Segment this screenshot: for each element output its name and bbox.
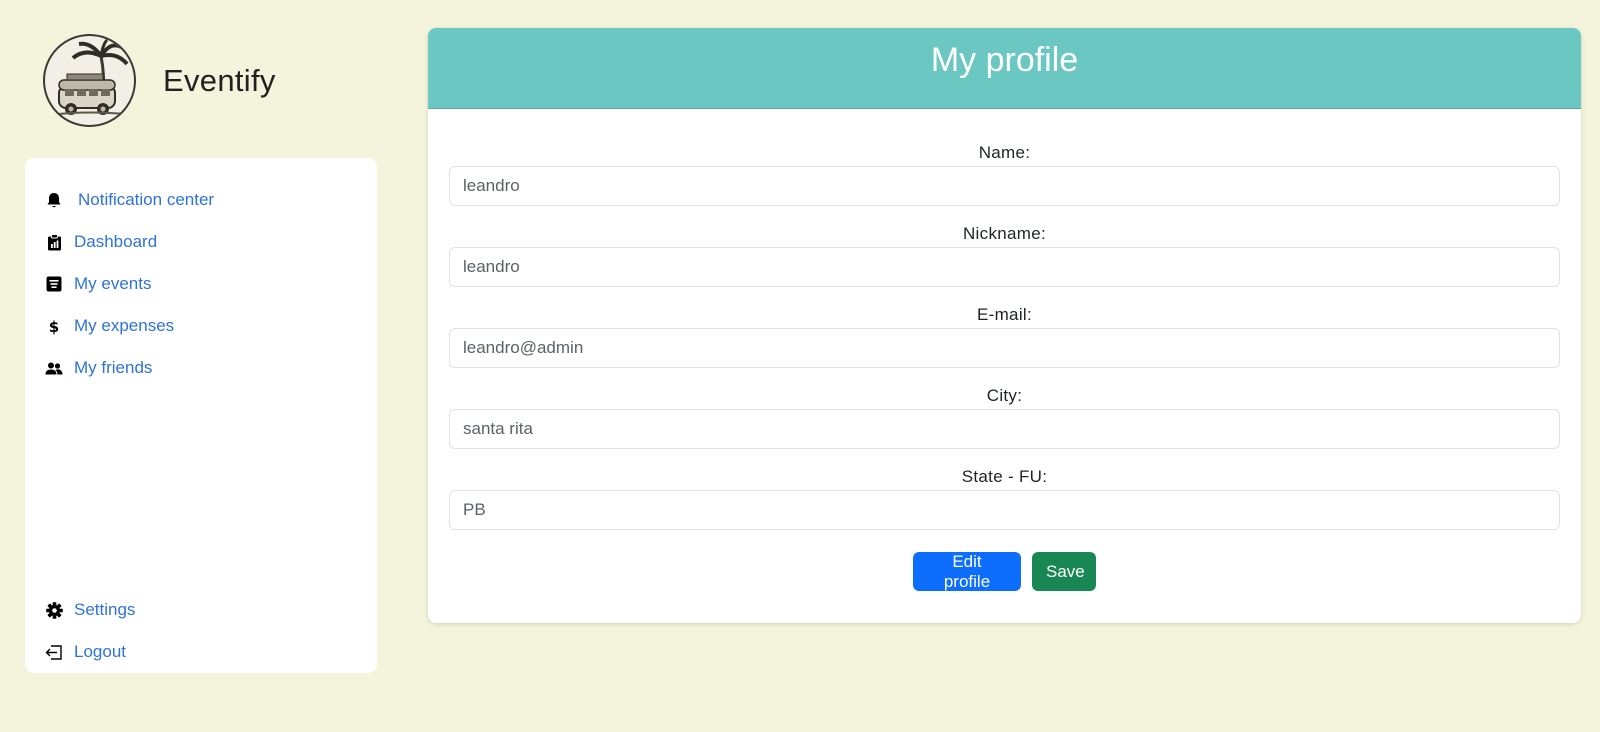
sidebar-item-dashboard[interactable]: Dashboard [45,229,157,255]
form-actions: Edit profile Save [428,552,1581,591]
sidebar-item-label: My friends [74,358,153,377]
clipboard-chart-icon [45,233,63,251]
city-field[interactable] [449,409,1560,449]
nickname-field-group: Nickname: [449,222,1560,287]
card-header: My profile [428,28,1581,109]
bell-icon [45,191,63,209]
email-field-group: E-mail: [449,303,1560,368]
nickname-field[interactable] [449,247,1560,287]
sidebar-item-label: My expenses [74,316,175,335]
state-field[interactable] [449,490,1560,530]
state-field-group: State - FU: [449,465,1560,530]
profile-card: My profile Name: Nickname: E-mail: City:… [428,28,1581,623]
sidebar-item-notification-center[interactable]: Notification center [45,187,214,213]
people-icon [45,359,63,377]
sidebar-item-my-events[interactable]: My events [45,271,151,297]
name-label: Name: [978,143,1031,162]
sidebar-item-settings[interactable]: Settings [45,597,135,623]
sidebar-item-label: Dashboard [74,232,158,251]
sidebar-item-label: My events [74,274,152,293]
sidebar-item-label: Logout [74,642,126,661]
email-field[interactable] [449,328,1560,368]
event-list-icon [45,275,63,293]
sidebar-item-logout[interactable]: Logout [45,639,126,665]
city-label: City: [986,386,1023,405]
city-field-group: City: [449,384,1560,449]
brand-name: Eventify [163,62,276,98]
logo-image [43,34,136,127]
state-label: State - FU: [961,467,1048,486]
name-field-group: Name: [449,141,1560,206]
sidebar: Notification center Dashboard My events … [25,158,377,673]
gear-icon [45,601,63,619]
dollar-icon: $ [45,317,63,335]
brand: Eventify [43,34,276,127]
sidebar-item-my-expenses[interactable]: $ My expenses [45,313,174,339]
logout-icon [45,643,63,661]
nickname-label: Nickname: [962,224,1046,243]
svg-text:$: $ [49,318,59,335]
email-label: E-mail: [977,305,1032,324]
save-button[interactable]: Save [1032,552,1096,591]
edit-profile-button[interactable]: Edit profile [913,552,1021,591]
name-field[interactable] [449,166,1560,206]
sidebar-item-label: Settings [74,600,136,619]
sidebar-item-label: Notification center [78,190,215,209]
sidebar-item-my-friends[interactable]: My friends [45,355,152,381]
page-title: My profile [930,41,1079,79]
